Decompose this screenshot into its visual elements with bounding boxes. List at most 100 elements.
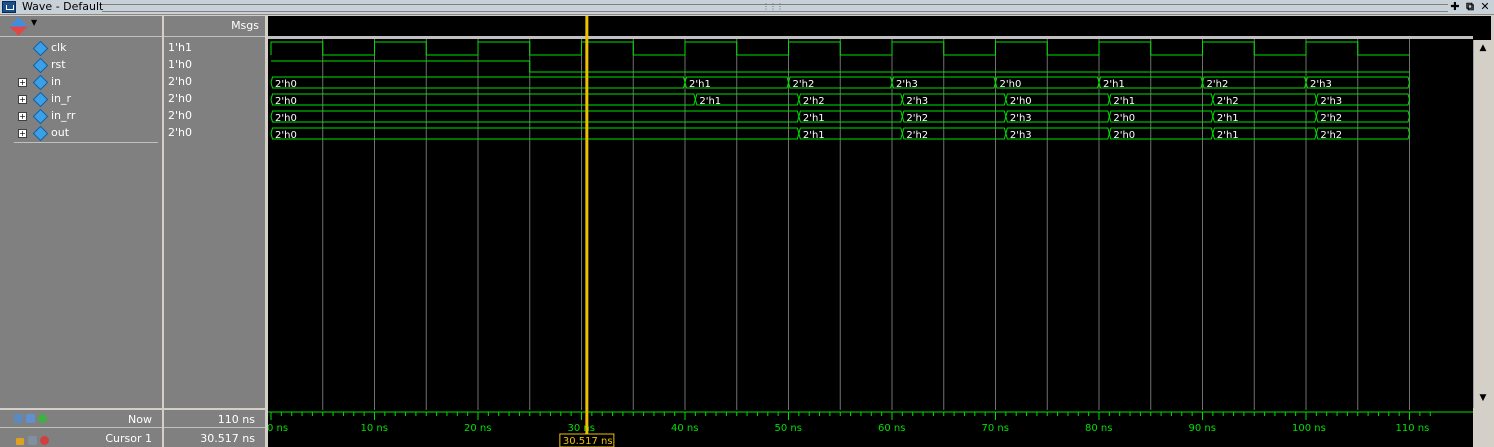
status-corner <box>1473 410 1494 447</box>
signal-value-in_r: 2'h0 <box>168 92 192 105</box>
bus-value-label: 2'h2 <box>1320 113 1342 124</box>
window-title: Wave - Default <box>22 0 104 13</box>
axis-tick-label: 30 ns <box>568 423 595 434</box>
signal-row-in_r[interactable]: + in_r <box>0 91 162 108</box>
bus-value-label: 2'h0 <box>275 96 297 107</box>
bus-value-label: 2'h0 <box>1113 113 1135 124</box>
bus-value-label: 2'h1 <box>803 130 825 141</box>
bus-value-label: 2'h3 <box>906 96 928 107</box>
bus-value-label: 2'h3 <box>896 79 918 90</box>
expand-plus-icon[interactable]: + <box>18 95 27 104</box>
signal-value-out: 2'h0 <box>168 126 192 139</box>
scroll-down-icon[interactable]: ▼ <box>1477 392 1489 404</box>
cursor-value: 30.517 ns <box>200 432 255 445</box>
waveform-pane[interactable]: 2'h0 2'h1 2'h2 2'h3 2'h0 2'h1 2'h2 2'h3 2'h0 2'h1… <box>268 16 1473 410</box>
bus-value-label: 2'h1 <box>1217 130 1239 141</box>
signal-diamond-icon <box>32 108 49 125</box>
bus-segment <box>270 110 800 123</box>
insert-cursor-icon[interactable] <box>38 414 47 423</box>
signal-row-clk[interactable]: clk <box>0 40 162 57</box>
wave-window-icon <box>2 1 16 13</box>
signal-value-in_rr: 2'h0 <box>168 109 192 122</box>
bus-value-label: 2'h0 <box>275 79 297 90</box>
bus-value-label: 2'h1 <box>1217 113 1239 124</box>
signal-value-rst: 1'h0 <box>168 58 192 71</box>
axis-tick-label: 40 ns <box>671 423 698 434</box>
bus-segment <box>270 127 800 140</box>
scroll-up-icon[interactable]: ▲ <box>1477 42 1489 54</box>
cursor-list-icon[interactable] <box>26 414 35 423</box>
axis-tick-label: 70 ns <box>982 423 1009 434</box>
waveform-canvas[interactable]: 2'h0 2'h1 2'h2 2'h3 2'h0 2'h1 2'h2 2'h3 2'h0 2'h1… <box>268 16 1473 410</box>
bus-segment <box>270 93 696 106</box>
window-titlebar[interactable]: Wave - Default ⋮⋮⋮ ✚ ⧉ ✕ <box>0 0 1494 15</box>
clk-waveform <box>270 41 1410 56</box>
now-value: 110 ns <box>217 413 255 426</box>
edit-cursor-icon[interactable] <box>28 436 37 445</box>
bus-value-label: 2'h0 <box>1010 96 1032 107</box>
time-axis-pane[interactable]: 0 ns 10 ns 20 ns 30 ns 40 ns 50 ns 60 ns 70 ns 8… <box>268 410 1473 447</box>
cursor-value-pane: 110 ns 30.517 ns <box>164 410 265 447</box>
now-label: Now <box>128 413 152 426</box>
cursor-flag-label: 30.517 ns <box>563 436 613 447</box>
axis-tick-label: 90 ns <box>1189 423 1216 434</box>
bus-value-label: 2'h2 <box>1217 96 1239 107</box>
signal-name: rst <box>51 58 66 71</box>
cursor-name-pane: Now Cursor 1 <box>0 410 162 447</box>
axis-tick-label: 80 ns <box>1085 423 1112 434</box>
axis-tick-label: 20 ns <box>464 423 491 434</box>
vertical-scrollbar[interactable]: ▲ ▼ <box>1473 40 1492 408</box>
signal-diamond-icon <box>32 74 49 91</box>
bus-value-label: 2'h1 <box>803 113 825 124</box>
bus-value-label: 2'h0 <box>1113 130 1135 141</box>
axis-tick-label: 50 ns <box>775 423 802 434</box>
chevron-down-icon[interactable]: ▼ <box>31 18 37 27</box>
signal-row-out[interactable]: + out <box>0 125 162 142</box>
axis-tick-label: 0 ns <box>268 423 288 434</box>
status-divider <box>0 427 162 428</box>
bus-value-label: 2'h3 <box>1010 113 1032 124</box>
bus-value-label: 2'h2 <box>803 96 825 107</box>
msgs-header-label: Msgs <box>231 19 259 32</box>
bus-value-label: 2'h1 <box>1103 79 1125 90</box>
bus-value-label: 2'h2 <box>1320 130 1342 141</box>
signal-name: in_rr <box>51 109 76 122</box>
signal-value-pane[interactable]: Msgs 1'h1 1'h0 2'h0 2'h0 2'h0 2'h0 <box>164 16 265 408</box>
cursor-name-label[interactable]: Cursor 1 <box>105 432 152 445</box>
undock-icon[interactable]: ⧉ <box>1464 1 1476 13</box>
signal-name-pane[interactable]: ▼ clk rst + in + in_r + in_rr + out <box>0 16 162 408</box>
signal-row-in[interactable]: + in <box>0 74 162 91</box>
bus-value-label: 2'h0 <box>1000 79 1022 90</box>
bus-value-label: 2'h0 <box>275 113 297 124</box>
wave-diamond-icon[interactable] <box>9 17 28 36</box>
signal-list-divider <box>14 142 158 143</box>
signal-name: clk <box>51 41 67 54</box>
expand-plus-icon[interactable]: + <box>18 129 27 138</box>
delete-cursor-icon[interactable] <box>40 436 49 445</box>
dock-icon[interactable]: ✚ <box>1449 1 1461 13</box>
signal-row-in_rr[interactable]: + in_rr <box>0 108 162 125</box>
lock-icon[interactable] <box>16 438 24 445</box>
bus-value-label: 2'h3 <box>1320 96 1342 107</box>
bus-value-label: 2'h2 <box>906 113 928 124</box>
bus-value-label: 2'h2 <box>1207 79 1229 90</box>
bus-value-label: 2'h3 <box>1010 130 1032 141</box>
signal-name: out <box>51 126 70 139</box>
status-divider <box>164 427 265 428</box>
signal-value-in: 2'h0 <box>168 75 192 88</box>
bus-value-label: 2'h1 <box>1113 96 1135 107</box>
expand-plus-icon[interactable]: + <box>18 112 27 121</box>
signal-diamond-icon <box>32 40 49 57</box>
signal-diamond-icon <box>32 91 49 108</box>
expand-plus-icon[interactable]: + <box>18 78 27 87</box>
signal-name: in_r <box>51 92 72 105</box>
signal-diamond-icon <box>32 57 49 74</box>
bus-value-label: 2'h1 <box>689 79 711 90</box>
signal-row-rst[interactable]: rst <box>0 57 162 74</box>
value-pane-header: Msgs <box>164 16 265 37</box>
time-axis[interactable]: 0 ns 10 ns 20 ns 30 ns 40 ns 50 ns 60 ns 70 ns 8… <box>268 410 1473 447</box>
scroll-corner <box>1473 16 1491 40</box>
axis-tick-label: 100 ns <box>1292 423 1326 434</box>
close-icon[interactable]: ✕ <box>1479 1 1491 13</box>
add-cursor-icon[interactable] <box>14 414 23 423</box>
